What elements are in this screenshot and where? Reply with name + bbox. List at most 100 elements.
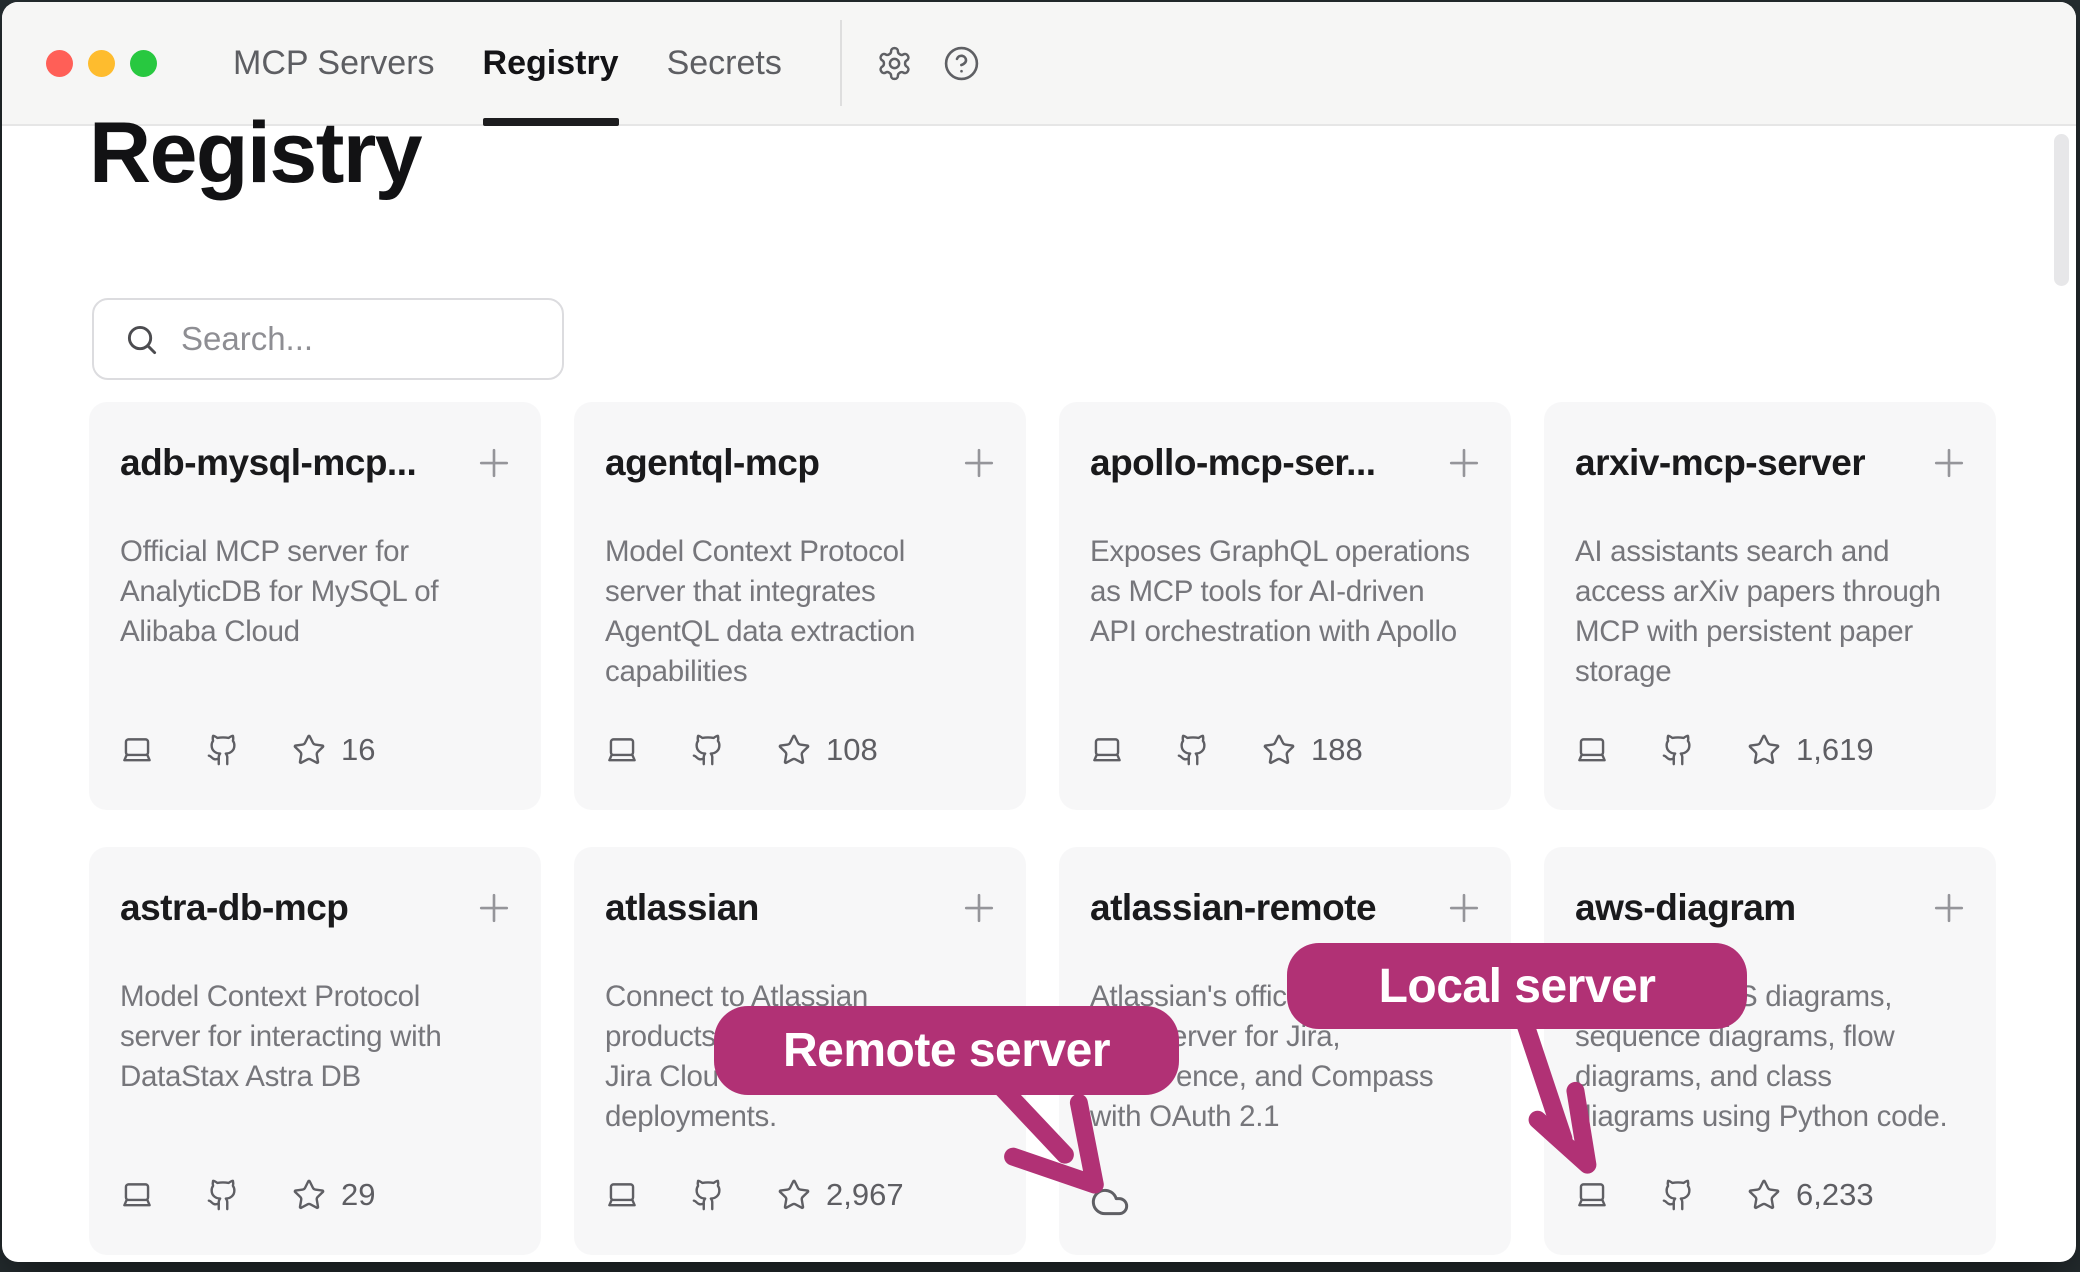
server-description: AI assistants search andaccess arXiv pap…: [1575, 532, 1982, 692]
card-footer: 2,967: [605, 1175, 904, 1215]
close-window-button[interactable]: [46, 50, 73, 77]
description-line: Model Context Protocol: [120, 977, 527, 1017]
description-line: MCP with persistent paper: [1575, 612, 1982, 652]
star-icon: [1747, 733, 1781, 767]
server-description: Model Context Protocolserver that integr…: [605, 532, 1012, 692]
star-count: 188: [1311, 732, 1363, 768]
github-icon: [691, 1178, 725, 1212]
description-line: capabilities: [605, 652, 1012, 692]
description-line: as MCP tools for AI-driven: [1090, 572, 1497, 612]
toolbar-divider: [840, 20, 842, 106]
github-icon: [691, 733, 725, 767]
vertical-scrollbar[interactable]: [2054, 134, 2069, 286]
cloud-icon: [1090, 1182, 1130, 1222]
add-server-button[interactable]: [1928, 442, 1970, 487]
card-footer: 188: [1090, 730, 1363, 770]
server-card-grid: adb-mysql-mcp... Official MCP server for…: [89, 402, 1996, 1255]
star-count: 6,233: [1796, 1177, 1874, 1213]
server-description: Exposes GraphQL operationsas MCP tools f…: [1090, 532, 1497, 652]
description-line: with OAuth 2.1: [1090, 1097, 1497, 1137]
description-line: Alibaba Cloud: [120, 612, 527, 652]
server-card[interactable]: aws-diagram S diagrams,sequence diagrams…: [1544, 847, 1996, 1255]
add-server-button[interactable]: [1928, 887, 1970, 932]
settings-gear-icon[interactable]: [876, 45, 913, 82]
server-name: astra-db-mcp: [120, 887, 348, 929]
description-line: access arXiv papers through: [1575, 572, 1982, 612]
laptop-icon: [1575, 1178, 1609, 1212]
description-line: diagrams, and class: [1575, 1057, 1982, 1097]
card-footer: 29: [120, 1175, 375, 1215]
github-icon: [1176, 733, 1210, 767]
star-count: 29: [341, 1177, 375, 1213]
github-icon: [1661, 733, 1695, 767]
github-icon: [206, 1178, 240, 1212]
description-line: server that integrates: [605, 572, 1012, 612]
card-footer: 6,233: [1575, 1175, 1874, 1215]
description-line: diagrams using Python code.: [1575, 1097, 1982, 1137]
laptop-icon: [605, 733, 639, 767]
description-line: deployments.: [605, 1097, 1012, 1137]
help-circle-icon[interactable]: [943, 45, 980, 82]
search-input[interactable]: [181, 320, 606, 358]
add-server-button[interactable]: [958, 887, 1000, 932]
star-count: 16: [341, 732, 375, 768]
description-line: storage: [1575, 652, 1982, 692]
server-name: atlassian: [605, 887, 759, 929]
description-line: AI assistants search and: [1575, 532, 1982, 572]
server-description: Model Context Protocolserver for interac…: [120, 977, 527, 1097]
description-line: AnalyticDB for MySQL of: [120, 572, 527, 612]
description-line: server for interacting with: [120, 1017, 527, 1057]
add-server-button[interactable]: [1443, 887, 1485, 932]
description-line: Model Context Protocol: [605, 532, 1012, 572]
laptop-icon: [1090, 733, 1124, 767]
search-box: [92, 298, 564, 380]
server-name: agentql-mcp: [605, 442, 819, 484]
laptop-icon: [120, 1178, 154, 1212]
tab-registry[interactable]: Registry: [483, 2, 619, 124]
server-card[interactable]: arxiv-mcp-server AI assistants search an…: [1544, 402, 1996, 810]
minimize-window-button[interactable]: [88, 50, 115, 77]
traffic-lights: [46, 50, 157, 77]
server-card[interactable]: agentql-mcp Model Context Protocolserver…: [574, 402, 1026, 810]
add-server-button[interactable]: [473, 442, 515, 487]
server-card[interactable]: apollo-mcp-ser... Exposes GraphQL operat…: [1059, 402, 1511, 810]
app-window: MCP Servers Registry Secrets Registry ad…: [2, 2, 2076, 1262]
server-name: adb-mysql-mcp...: [120, 442, 416, 484]
server-card[interactable]: adb-mysql-mcp... Official MCP server for…: [89, 402, 541, 810]
zoom-window-button[interactable]: [130, 50, 157, 77]
description-line: Exposes GraphQL operations: [1090, 532, 1497, 572]
page-title: Registry: [89, 104, 421, 203]
server-name: aws-diagram: [1575, 887, 1796, 929]
star-count: 108: [826, 732, 878, 768]
add-server-button[interactable]: [473, 887, 515, 932]
server-name: arxiv-mcp-server: [1575, 442, 1865, 484]
star-count: 1,619: [1796, 732, 1874, 768]
server-name: atlassian-remote: [1090, 887, 1376, 929]
star-icon: [1262, 733, 1296, 767]
server-description: Official MCP server forAnalyticDB for My…: [120, 532, 527, 652]
card-footer: 108: [605, 730, 878, 770]
description-line: API orchestration with Apollo: [1090, 612, 1497, 652]
add-server-button[interactable]: [958, 442, 1000, 487]
github-icon: [206, 733, 240, 767]
laptop-icon: [605, 1178, 639, 1212]
tab-secrets[interactable]: Secrets: [667, 2, 782, 124]
server-card[interactable]: astra-db-mcp Model Context Protocolserve…: [89, 847, 541, 1255]
star-icon: [292, 733, 326, 767]
card-footer: [1090, 1175, 1182, 1215]
star-icon: [777, 733, 811, 767]
card-footer: 1,619: [1575, 730, 1874, 770]
search-icon: [124, 322, 159, 357]
description-line: Official MCP server for: [120, 532, 527, 572]
card-footer: 16: [120, 730, 375, 770]
star-icon: [1747, 1178, 1781, 1212]
server-name: apollo-mcp-ser...: [1090, 442, 1376, 484]
remote-server-callout: Remote server: [714, 1006, 1179, 1095]
star-count: 2,967: [826, 1177, 904, 1213]
star-icon: [292, 1178, 326, 1212]
add-server-button[interactable]: [1443, 442, 1485, 487]
description-line: AgentQL data extraction: [605, 612, 1012, 652]
description-line: DataStax Astra DB: [120, 1057, 527, 1097]
laptop-icon: [1575, 733, 1609, 767]
star-icon: [777, 1178, 811, 1212]
